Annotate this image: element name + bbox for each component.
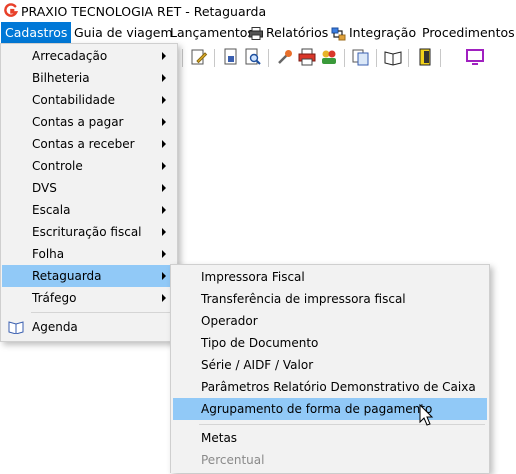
menu-item-controle[interactable]: Controle (2, 155, 175, 177)
menu-item-label: Retaguarda (32, 269, 102, 283)
menu-item-label: Escala (32, 203, 71, 217)
printer-icon (249, 27, 263, 40)
submenu-item-transferencia-impressora[interactable]: Transferência de impressora fiscal (173, 288, 487, 310)
submenu-arrow-icon (162, 206, 166, 214)
submenu-arrow-icon (162, 250, 166, 258)
edit-icon[interactable] (190, 48, 208, 66)
mouse-cursor-icon (419, 404, 434, 426)
title-bar: PRAXIO TECNOLOGIA RET - Retaguarda (0, 0, 516, 22)
submenu-arrow-icon (162, 118, 166, 126)
menu-item-label: Arrecadação (32, 49, 108, 63)
menu-item-label: Controle (32, 159, 83, 173)
menu-integracao[interactable]: Integração (331, 22, 416, 43)
menu-item-label: Agenda (32, 320, 78, 334)
menu-item-escrituracao-fiscal[interactable]: Escrituração fiscal (2, 221, 175, 243)
menu-item-contabilidade[interactable]: Contabilidade (2, 89, 175, 111)
submenu-item-tipo-documento[interactable]: Tipo de Documento (173, 332, 487, 354)
menu-item-folha[interactable]: Folha (2, 243, 175, 265)
open-book-icon[interactable] (384, 48, 402, 66)
tools-icon[interactable] (276, 48, 294, 66)
menu-separator (199, 424, 485, 425)
submenu-item-label: Impressora Fiscal (201, 270, 305, 284)
menu-item-trafego[interactable]: Tráfego (2, 287, 175, 309)
integration-icon (331, 27, 346, 40)
toolbar-separator (376, 49, 377, 67)
submenu-arrow-icon (162, 140, 166, 148)
submenu-arrow-icon (162, 294, 166, 302)
menu-guia-label: Guia de viagem (74, 25, 173, 40)
menu-item-bilheteria[interactable]: Bilheteria (2, 67, 175, 89)
book-icon (8, 321, 24, 334)
submenu-arrow-icon (162, 96, 166, 104)
menu-item-label: Tráfego (32, 291, 77, 305)
submenu-arrow-icon (162, 272, 166, 280)
menu-bar: Cadastros Guia de viagem Lançamentos Rel… (0, 22, 516, 43)
menu-item-contas-a-pagar[interactable]: Contas a pagar (2, 111, 175, 133)
menu-item-label: Contas a receber (32, 137, 135, 151)
submenu-item-agrupamento-forma-pagamento[interactable]: Agrupamento de forma de pagamento (173, 398, 487, 420)
menu-item-label: Folha (32, 247, 65, 261)
monitor-icon[interactable] (466, 48, 484, 66)
menu-procedimentos[interactable]: Procedimentos A (422, 22, 516, 43)
print-icon[interactable] (298, 48, 316, 66)
menu-guia-de-viagem[interactable]: Guia de viagem (74, 22, 173, 43)
toolbar (170, 46, 516, 70)
submenu-item-label: Metas (201, 431, 238, 445)
document-search-icon[interactable] (244, 48, 262, 66)
menu-procedimentos-label: Procedimentos A (422, 25, 516, 40)
menu-item-retaguarda[interactable]: Retaguarda (2, 265, 175, 287)
submenu-item-parametros-relatorio[interactable]: Parâmetros Relatório Demonstrativo de Ca… (173, 376, 487, 398)
menu-cadastros-label: Cadastros (5, 25, 68, 40)
submenu-item-label: Agrupamento de forma de pagamento (201, 402, 433, 416)
toolbar-separator (344, 49, 345, 67)
users-icon[interactable] (320, 48, 338, 66)
submenu-arrow-icon (162, 184, 166, 192)
menu-item-label: DVS (32, 181, 57, 195)
toolbar-separator (182, 49, 183, 67)
submenu-item-operador[interactable]: Operador (173, 310, 487, 332)
menu-cadastros[interactable]: Cadastros (1, 22, 72, 43)
menu-item-dvs[interactable]: DVS (2, 177, 175, 199)
submenu-item-percentual: Percentual (173, 449, 487, 471)
window-title: PRAXIO TECNOLOGIA RET - Retaguarda (21, 4, 267, 19)
submenu-arrow-icon (162, 228, 166, 236)
menu-item-arrecadacao[interactable]: Arrecadação (2, 45, 175, 67)
menu-item-label: Contas a pagar (32, 115, 124, 129)
submenu-arrow-icon (162, 162, 166, 170)
submenu-item-label: Percentual (201, 453, 265, 467)
submenu-item-label: Parâmetros Relatório Demonstrativo de Ca… (201, 380, 476, 394)
submenu-item-impressora-fiscal[interactable]: Impressora Fiscal (173, 266, 487, 288)
cadastros-dropdown: Arrecadação Bilheteria Contabilidade Con… (0, 43, 178, 342)
menu-integracao-label: Integração (349, 25, 417, 40)
document-lock-icon[interactable] (222, 48, 240, 66)
menu-relatorios-label: Relatórios (266, 25, 329, 40)
retaguarda-submenu: Impressora Fiscal Transferência de impre… (170, 264, 490, 473)
menu-lancamentos-label: Lançamentos (170, 25, 254, 40)
menu-item-contas-a-receber[interactable]: Contas a receber (2, 133, 175, 155)
menu-item-escala[interactable]: Escala (2, 199, 175, 221)
submenu-item-serie-aidf-valor[interactable]: Série / AIDF / Valor (173, 354, 487, 376)
menu-relatorios[interactable]: Relatórios (249, 22, 328, 43)
praxio-logo-icon (4, 3, 18, 17)
toolbar-separator (268, 49, 269, 67)
submenu-item-label: Série / AIDF / Valor (201, 358, 314, 372)
copy-documents-icon[interactable] (352, 48, 370, 66)
submenu-item-label: Tipo de Documento (201, 336, 319, 350)
toolbar-separator (214, 49, 215, 67)
toolbar-separator (440, 49, 441, 67)
submenu-arrow-icon (162, 74, 166, 82)
menu-item-agenda[interactable]: Agenda (2, 316, 175, 338)
submenu-arrow-icon (162, 52, 166, 60)
exit-door-icon[interactable] (416, 48, 434, 66)
submenu-item-metas[interactable]: Metas (173, 427, 487, 449)
menu-item-label: Escrituração fiscal (32, 225, 142, 239)
menu-item-label: Contabilidade (32, 93, 115, 107)
submenu-item-label: Transferência de impressora fiscal (201, 292, 406, 306)
submenu-item-label: Operador (201, 314, 258, 328)
toolbar-separator (408, 49, 409, 67)
menu-lancamentos[interactable]: Lançamentos (170, 22, 254, 43)
menu-separator (31, 312, 171, 313)
menu-item-label: Bilheteria (32, 71, 90, 85)
